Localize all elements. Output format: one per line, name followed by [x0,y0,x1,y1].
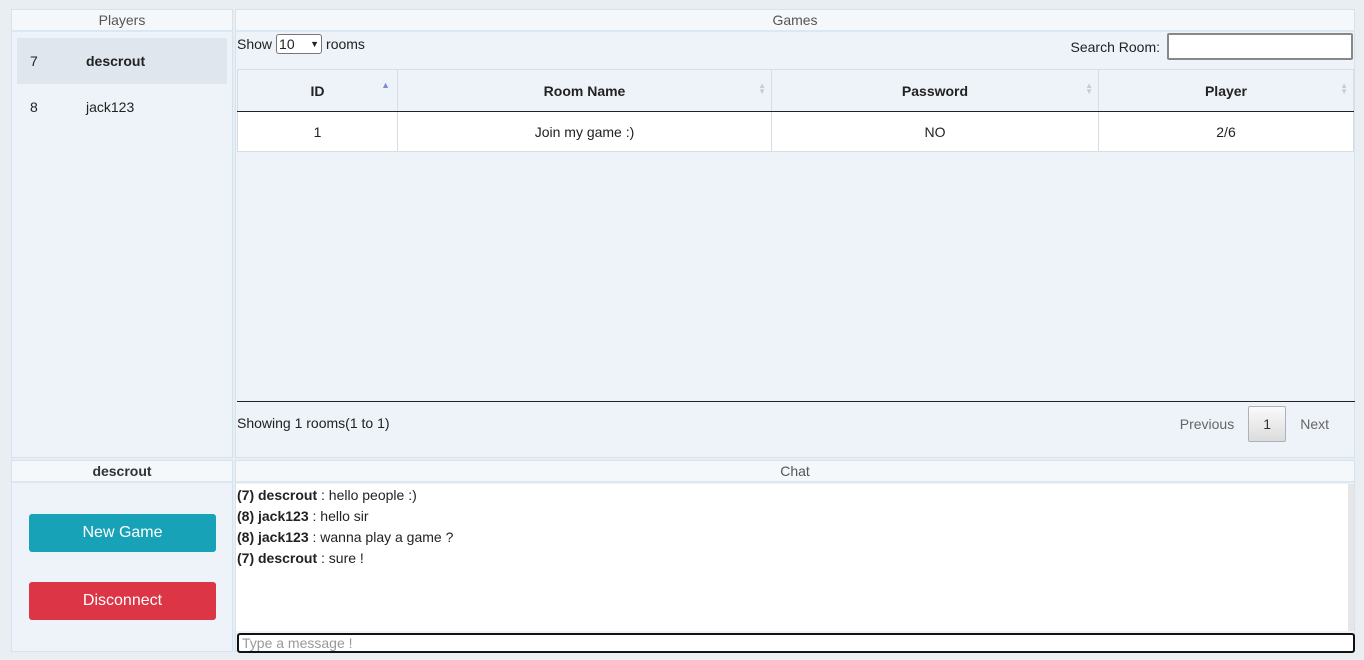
column-header-player[interactable]: Player ▲ ▼ [1098,69,1354,112]
chat-scrollbar[interactable] [1348,484,1354,631]
chat-log: (7) descrout : hello people :) (8) jack1… [236,484,1350,631]
rooms-label: rooms [326,36,365,52]
rooms-table: ID ▲ Room Name ▲ ▼ Password ▲ ▼ Player ▲ ▼ [237,69,1354,152]
player-id: 8 [30,99,38,115]
room-player-cell: 2/6 [1098,111,1354,152]
column-header-password[interactable]: Password ▲ ▼ [771,69,1099,112]
show-label: Show [237,36,273,52]
chat-message: (7) descrout : hello people :) [237,487,417,503]
table-row[interactable]: 1 Join my game :) NO 2/6 [237,111,1354,152]
user-panel: descrout New Game Disconnect [11,460,233,652]
column-header-label: Player [1204,82,1248,99]
chat-message: (8) jack123 : hello sir [237,508,369,524]
room-id-cell: 1 [237,111,398,152]
games-header: Games [236,10,1354,32]
room-name-cell: Join my game :) [397,111,772,152]
chat-sender: (7) descrout [237,487,318,503]
column-header-room-name[interactable]: Room Name ▲ ▼ [397,69,772,112]
chat-sender: (8) jack123 [237,508,309,524]
column-header-label: Room Name [543,82,626,99]
show-entries-control: Show 10 ▼ rooms [237,34,365,54]
player-name: descrout [86,53,146,69]
sort-both-icon: ▲ ▼ [1340,81,1348,96]
games-panel: Games Show 10 ▼ rooms Search Room: ID ▲ … [235,9,1355,458]
new-game-button[interactable]: New Game [29,514,216,552]
chat-panel: Chat (7) descrout : hello people :) (8) … [235,460,1355,653]
sort-ascending-icon: ▲ [381,80,390,90]
next-page-button[interactable]: Next [1286,406,1343,442]
chat-sender: (7) descrout [237,550,318,566]
chat-header: Chat [236,461,1354,483]
sort-both-icon: ▲ ▼ [758,81,766,96]
player-id: 7 [30,53,38,69]
page-1-button[interactable]: 1 [1248,406,1287,442]
column-header-id[interactable]: ID ▲ [237,69,398,112]
column-header-label: Password [901,82,969,99]
search-room-control: Search Room: [1071,33,1353,60]
show-entries-value: 10 [279,36,295,52]
disconnect-button[interactable]: Disconnect [29,582,216,620]
sort-both-icon: ▲ ▼ [1085,81,1093,96]
chat-message: (7) descrout : sure ! [237,550,364,566]
chat-text: : sure ! [317,550,364,566]
player-name: jack123 [86,99,135,115]
chat-message-input[interactable]: Type a message ! [237,633,1355,653]
table-divider [237,401,1355,402]
chat-text: : hello sir [308,508,369,524]
chat-text: : wanna play a game ? [308,529,454,545]
previous-page-button[interactable]: Previous [1166,406,1248,442]
username-header: descrout [12,461,232,483]
player-row[interactable]: 8 jack123 [17,84,227,130]
chat-text: : hello people :) [317,487,417,503]
players-header: Players [12,10,232,32]
search-room-label: Search Room: [1070,38,1160,55]
room-password-cell: NO [771,111,1099,152]
table-info: Showing 1 rooms(1 to 1) [237,415,390,431]
chevron-down-icon: ▼ [310,39,320,49]
chat-message: (8) jack123 : wanna play a game ? [237,529,453,545]
pagination: Previous 1 Next [1166,406,1343,442]
player-row[interactable]: 7 descrout [17,38,227,84]
column-header-label: ID [310,82,325,99]
chat-sender: (8) jack123 [237,529,309,545]
table-header-row: ID ▲ Room Name ▲ ▼ Password ▲ ▼ Player ▲ ▼ [237,69,1354,112]
players-panel: Players 7 descrout 8 jack123 [11,9,233,458]
show-entries-select[interactable]: 10 ▼ [276,34,323,54]
search-room-input[interactable] [1167,33,1353,60]
